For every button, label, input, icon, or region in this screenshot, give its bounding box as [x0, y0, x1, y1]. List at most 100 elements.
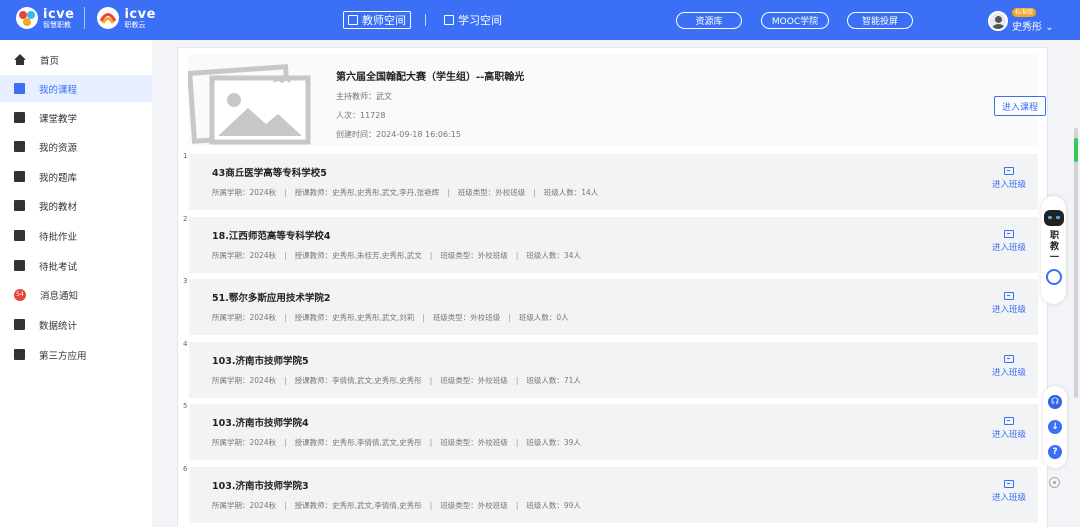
- sidebar-item-label: 我的教材: [39, 201, 78, 213]
- logo-icve-zhijiaoyun[interactable]: icve 职教云: [95, 5, 155, 31]
- sidebar-item-statistics[interactable]: 数据统计: [0, 311, 152, 338]
- cloud-logo-icon: [97, 7, 120, 29]
- resource-library-button[interactable]: 资源库: [676, 12, 742, 29]
- row-number: 5: [183, 402, 188, 410]
- logo-mark-icon: [16, 7, 38, 29]
- sidebar-item-label: 待批考试: [39, 261, 78, 273]
- logo-icve-zhihui[interactable]: icve 智慧职教: [14, 5, 74, 31]
- download-icon[interactable]: ↓: [1048, 419, 1062, 434]
- class-name: 103.济南市技师学院5: [212, 356, 309, 367]
- sidebar: 首页 我的课程 课堂教学 我的资源 我的题库 我的教材 待批作业 待批考试 54…: [0, 40, 152, 527]
- enter-class-icon: [1003, 230, 1014, 238]
- image-placeholder-icon: [188, 64, 311, 145]
- tab-teacher-space[interactable]: 教师空间: [343, 11, 411, 29]
- user-menu[interactable]: 标准版 史秀彤 ⌄: [988, 8, 1054, 33]
- enter-class-button[interactable]: 进入班级: [992, 292, 1026, 315]
- chart-icon: [14, 319, 25, 330]
- mooc-college-button[interactable]: MOOC学院: [761, 12, 829, 29]
- enter-class-icon: [1003, 292, 1014, 300]
- question-bank-icon: [14, 171, 25, 182]
- class-row: 2 18.江西师范高等专科学校4 所属学期：2024秋 | 授课教师：史秀彤,朱桂芳…: [183, 215, 1038, 273]
- course-visits: 人次：11728: [336, 111, 386, 120]
- scrollbar[interactable]: [1074, 128, 1078, 398]
- class-name: 103.济南市技师学院4: [212, 418, 309, 429]
- sidebar-item-home[interactable]: 首页: [0, 46, 152, 73]
- help-icon[interactable]: ?: [1048, 444, 1062, 459]
- class-meta: 所属学期：2024秋 | 授课教师：史秀彤,朱桂芳,史秀彤,武文 | 班级类型：外校班级…: [212, 251, 581, 260]
- ai-assistant-widget[interactable]: 职教一: [1041, 196, 1066, 304]
- sidebar-item-label: 我的课程: [39, 84, 78, 96]
- sidebar-item-resources[interactable]: 我的资源: [0, 133, 152, 160]
- sidebar-item-textbooks[interactable]: 我的教材: [0, 192, 152, 219]
- logo-divider: [84, 7, 86, 29]
- sidebar-item-label: 数据统计: [39, 320, 78, 332]
- smart-cast-button[interactable]: 智能投屏: [847, 12, 913, 29]
- class-name: 51.鄂尔多斯应用技术学院2: [212, 293, 331, 304]
- scrollbar-thumb[interactable]: [1074, 138, 1078, 162]
- class-name: 103.济南市技师学院3: [212, 481, 309, 492]
- library-icon: [14, 141, 25, 152]
- course-teacher: 主持教师：武文: [336, 92, 392, 101]
- tab-study-space[interactable]: 学习空间: [440, 11, 506, 29]
- sidebar-item-label: 课堂教学: [39, 113, 78, 125]
- enter-class-icon: [1003, 417, 1014, 425]
- avatar[interactable]: [988, 10, 1008, 31]
- sidebar-item-question-bank[interactable]: 我的题库: [0, 163, 152, 190]
- sidebar-item-exams[interactable]: 待批考试: [0, 252, 152, 279]
- play-icon: [14, 112, 25, 123]
- sidebar-item-label: 待批作业: [39, 231, 78, 243]
- sidebar-item-homework[interactable]: 待批作业: [0, 222, 152, 249]
- course-title[interactable]: 第六届全国翰配大赛（学生组）--高职翰光: [336, 68, 524, 83]
- enter-class-button[interactable]: 进入班级: [992, 480, 1026, 503]
- logo-sub: 智慧职教: [43, 20, 71, 29]
- logo-group: icve 智慧职教 icve 职教云: [14, 5, 156, 31]
- class-row: 5 103.济南市技师学院4 所属学期：2024秋 | 授课教师：史秀彤,李倩倩,武…: [183, 402, 1038, 460]
- sidebar-item-label: 消息通知: [40, 290, 79, 302]
- space-tabs: 教师空间 学习空间: [343, 11, 506, 29]
- enter-class-button[interactable]: 进入班级: [992, 355, 1026, 378]
- sidebar-item-label: 我的题库: [39, 172, 78, 184]
- home-icon: [14, 53, 26, 65]
- class-meta: 所属学期：2024秋 | 授课教师：史秀彤,武文,李倩倩,史秀彤 | 班级类型：外校班级…: [212, 501, 581, 510]
- teacher-space-icon: [348, 15, 358, 25]
- textbook-icon: [14, 200, 25, 211]
- sidebar-item-label: 第三方应用: [39, 350, 87, 362]
- sidebar-item-classroom[interactable]: 课堂教学: [0, 104, 152, 131]
- refresh-icon[interactable]: [1045, 269, 1062, 285]
- sidebar-item-my-courses[interactable]: 我的课程: [0, 75, 152, 102]
- message-icon: 54: [14, 288, 26, 301]
- tab-label: 教师空间: [362, 14, 406, 27]
- tab-label: 学习空间: [458, 14, 502, 27]
- user-name: 史秀彤 ⌄: [1012, 22, 1054, 33]
- class-row: 6 103.济南市技师学院3 所属学期：2024秋 | 授课教师：史秀彤,武文,李倩…: [183, 465, 1038, 523]
- row-number: 1: [183, 152, 188, 160]
- class-meta: 所属学期：2024秋 | 授课教师：史秀彤,李倩倩,武文,史秀彤 | 班级类型：外校班级…: [212, 438, 581, 447]
- class-meta: 所属学期：2024秋 | 授课教师：史秀彤,史秀彤,武文,李丹,张艳辉 | 班级类型：外…: [212, 188, 599, 197]
- enter-class-button[interactable]: 进入班级: [992, 417, 1026, 440]
- row-number: 4: [183, 340, 188, 348]
- course-created-time: 创建时间：2024-09-18 16:06:15: [336, 130, 461, 139]
- enter-class-button[interactable]: 进入班级: [992, 167, 1026, 190]
- enter-course-button[interactable]: 进入课程: [994, 96, 1046, 116]
- homework-icon: [14, 230, 25, 241]
- study-space-icon: [444, 15, 454, 25]
- tab-divider: [425, 14, 426, 26]
- enter-class-icon: [1003, 480, 1014, 488]
- book-icon: [14, 83, 25, 94]
- customer-service-icon[interactable]: ☊: [1048, 395, 1062, 410]
- class-row: 3 51.鄂尔多斯应用技术学院2 所属学期：2024秋 | 授课教师：史秀彤,史秀彤…: [183, 277, 1038, 335]
- logo-sub: 职教云: [124, 20, 146, 29]
- class-meta: 所属学期：2024秋 | 授课教师：李倩倩,武文,史秀彤,史秀彤 | 班级类型：外校班级…: [212, 376, 581, 385]
- sidebar-item-messages[interactable]: 54 消息通知: [0, 281, 152, 308]
- class-row: 1 43商丘医学高等专科学校5 所属学期：2024秋 | 授课教师：史秀彤,史秀彤,…: [183, 152, 1038, 210]
- target-icon[interactable]: [1049, 477, 1060, 488]
- main-content: 第六届全国翰配大赛（学生组）--高职翰光 主持教师：武文 人次：11728 创建…: [177, 47, 1048, 527]
- logo-name: icve: [43, 6, 75, 22]
- enter-class-icon: [1003, 355, 1014, 363]
- top-header: icve 智慧职教 icve 职教云 教师空间 学习空间 资源库 MOOC学院 …: [0, 0, 1080, 40]
- edition-badge: 标准版: [1012, 8, 1037, 17]
- sidebar-item-third-party-apps[interactable]: 第三方应用: [0, 341, 152, 368]
- enter-class-button[interactable]: 进入班级: [992, 230, 1026, 253]
- row-number: 6: [183, 465, 188, 473]
- class-meta: 所属学期：2024秋 | 授课教师：史秀彤,史秀彤,武文,刘莉 | 班级类型：外校班级 |…: [212, 313, 569, 322]
